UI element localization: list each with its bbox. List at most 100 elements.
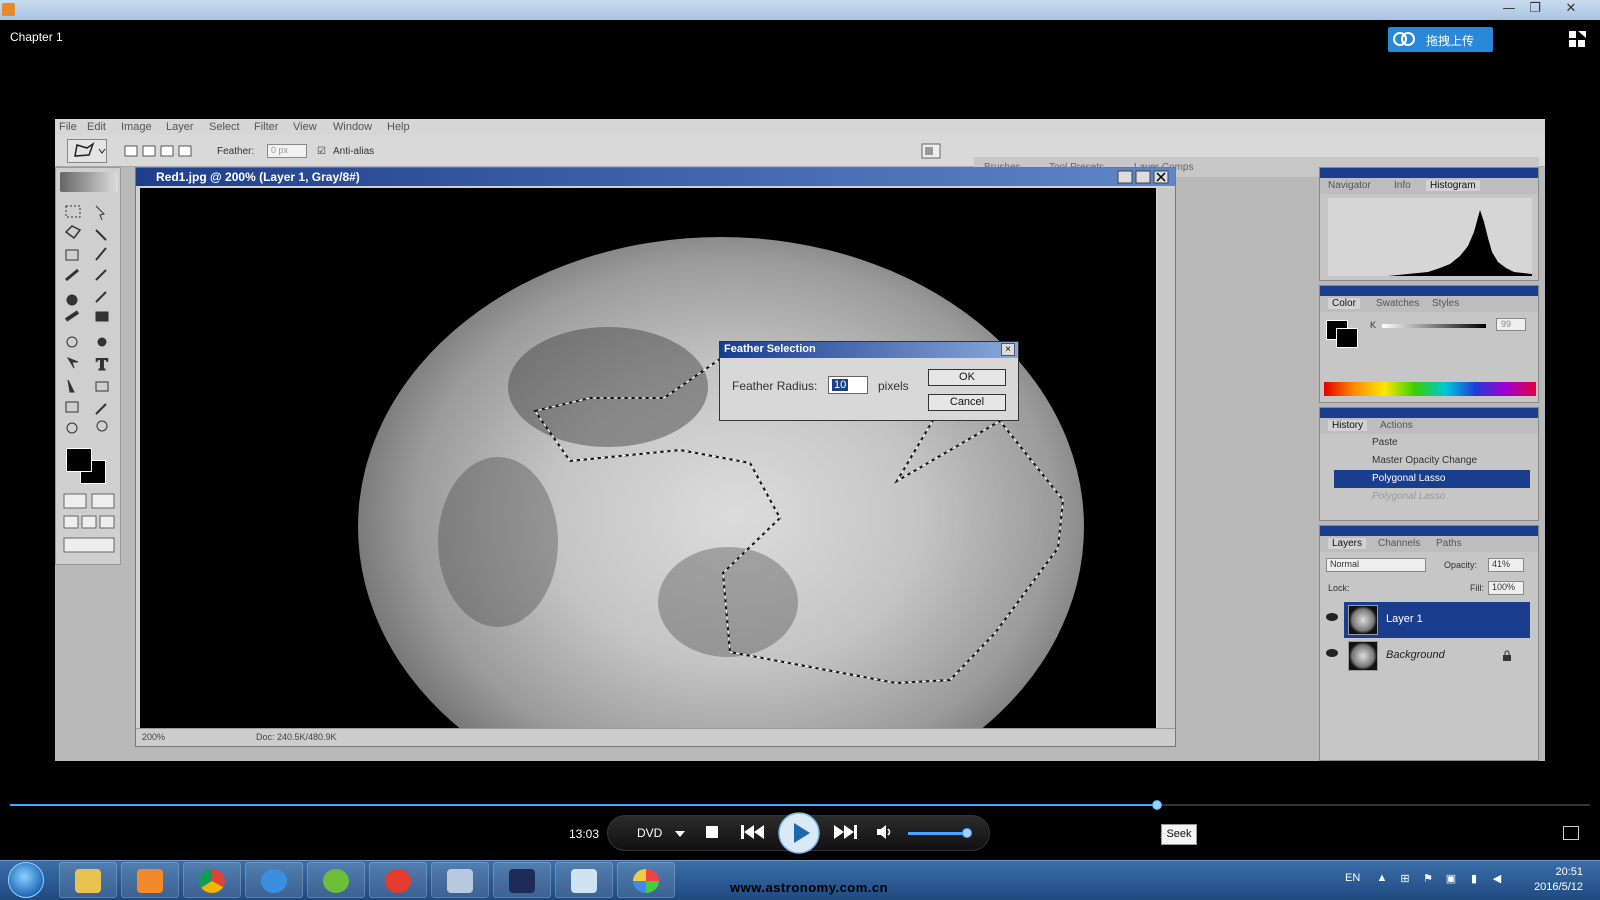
tab-actions: Actions <box>1380 420 1413 431</box>
history-item: Polygonal Lasso <box>1372 491 1446 502</box>
stop-button[interactable] <box>705 825 719 839</box>
action-center-icon[interactable]: ⚑ <box>1421 872 1435 886</box>
tab-layers: Layers <box>1328 538 1367 549</box>
doc-title: Red1.jpg @ 200% (Layer 1, Gray/8#) <box>156 170 360 184</box>
palette-toggle-icon <box>921 143 941 159</box>
volume-icon[interactable] <box>876 824 894 840</box>
taskbar-screenshot[interactable] <box>431 862 489 898</box>
close-button[interactable]: ✕ <box>1558 0 1584 18</box>
tab-swatches: Swatches <box>1376 298 1420 309</box>
taskbar-player[interactable] <box>121 862 179 898</box>
taskbar-paint[interactable] <box>617 862 675 898</box>
taskbar-chrome[interactable] <box>183 862 241 898</box>
chapter-title: Chapter 1 <box>10 30 63 44</box>
playlist-grid-icon[interactable] <box>1568 30 1588 48</box>
anti-alias-label: Anti-alias <box>333 146 375 157</box>
next-button[interactable] <box>832 824 858 840</box>
maximize-button[interactable]: ❐ <box>1522 0 1548 18</box>
elapsed-time: 13:03 <box>569 827 600 841</box>
history-item: Paste <box>1372 437 1398 448</box>
fill-input: 100% <box>1488 581 1524 595</box>
histogram-area <box>1328 198 1532 276</box>
taskbar-notes[interactable] <box>555 862 613 898</box>
screen-icon <box>447 869 473 893</box>
background-visibility-eye-icon <box>1326 649 1338 657</box>
taskbar-hand-app[interactable] <box>369 862 427 898</box>
seek-button[interactable]: Seek <box>1161 824 1197 845</box>
seek-handle[interactable] <box>1152 800 1163 810</box>
previous-button[interactable] <box>740 824 766 840</box>
color-panel-tabs: Color Swatches Styles <box>1320 296 1538 312</box>
upload-button[interactable]: 拖拽上传 <box>1388 27 1493 52</box>
ps-menu-file: File <box>59 121 77 133</box>
ps-menu-filter: Filter <box>254 121 279 133</box>
network-icon[interactable]: ▮ <box>1467 872 1481 886</box>
histogram-graph <box>1328 210 1532 276</box>
volume-slider[interactable] <box>908 832 970 835</box>
ps-menu-bar: File Edit Image Layer Select Filter View… <box>55 119 1545 135</box>
windows-flag-icon[interactable]: ⊞ <box>1398 872 1412 886</box>
chevron-down-icon[interactable] <box>675 831 685 837</box>
title-bar: — ❐ ✕ <box>0 0 1600 20</box>
layer-name: Layer 1 <box>1386 613 1423 625</box>
foreground-color-swatch <box>66 448 92 472</box>
app-icon <box>2 3 15 16</box>
ps-options-bar: Feather: 0 px ☑ Anti-alias Brushes Tool … <box>55 135 1545 177</box>
lock-icon <box>1503 650 1511 661</box>
layer-row-layer1: Layer 1 <box>1344 602 1530 638</box>
blend-mode-select: Normal <box>1326 558 1426 572</box>
tab-histogram: Histogram <box>1426 180 1480 191</box>
taskbar-utorrent[interactable] <box>307 862 365 898</box>
paint-icon <box>633 869 659 893</box>
feather-label: Feather: <box>217 146 255 157</box>
ps-document-window: Red1.jpg @ 200% (Layer 1, Gray/8#) 200% … <box>135 167 1176 747</box>
taskbar-explorer[interactable] <box>59 862 117 898</box>
layer-thumbnail <box>1348 605 1378 635</box>
layer1-visibility-eye-icon <box>1326 613 1338 621</box>
opacity-label: Opacity: <box>1444 560 1478 570</box>
feather-radius-value: 10 <box>832 379 849 391</box>
color-value: 99 <box>1496 318 1526 331</box>
layer-thumbnail <box>1348 641 1378 671</box>
tab-paths: Paths <box>1436 538 1462 549</box>
seek-progress <box>10 804 1158 806</box>
seek-bar[interactable] <box>10 804 1590 806</box>
tray-app-icon[interactable]: ▣ <box>1444 872 1458 886</box>
speaker-icon[interactable]: ◀ <box>1490 872 1504 886</box>
doc-size: Doc: 240.5K/480.9K <box>256 732 337 742</box>
layer-name: Background <box>1386 649 1445 661</box>
dialog-close-icon: × <box>1001 343 1015 356</box>
source-select[interactable]: DVD <box>637 826 662 840</box>
feather-radius-input: 10 <box>828 376 868 394</box>
ps-menu-window: Window <box>333 121 373 133</box>
feather-unit-label: pixels <box>878 379 909 393</box>
media-player-icon <box>137 869 163 893</box>
play-button[interactable] <box>778 812 820 854</box>
volume-handle[interactable] <box>961 828 972 838</box>
tray-expand-icon[interactable]: ▲ <box>1375 872 1389 886</box>
start-button[interactable] <box>8 862 44 898</box>
toolbox-tools-icon: T <box>64 205 109 434</box>
system-clock[interactable]: 20:51 2016/5/12 <box>1527 865 1583 895</box>
doc-canvas <box>140 188 1156 728</box>
color-slider <box>1382 324 1486 328</box>
tab-channels: Channels <box>1378 538 1421 549</box>
dialog-cancel-button: Cancel <box>928 394 1006 411</box>
notes-icon <box>571 869 597 893</box>
input-language[interactable]: EN <box>1345 872 1360 884</box>
fullscreen-icon[interactable] <box>1563 826 1579 840</box>
ps-toolbox: T <box>55 167 121 565</box>
ps-menu-select: Select <box>209 121 240 133</box>
doc-window-buttons-icon <box>1117 170 1169 184</box>
ps-menu-view: View <box>293 121 317 133</box>
minimize-button[interactable]: — <box>1496 0 1522 18</box>
video-watermark-url: www.astronomy.com.cn <box>730 880 889 895</box>
video-frame[interactable]: File Edit Image Layer Select Filter View… <box>55 119 1545 761</box>
taskbar-cloud[interactable] <box>245 862 303 898</box>
taskbar-as2[interactable] <box>493 862 551 898</box>
cloud-icon <box>261 869 287 893</box>
layers-panel: Layers Channels Paths Normal Opacity: 41… <box>1319 525 1539 761</box>
color-bg-swatch <box>1336 328 1358 348</box>
history-item-selected: Polygonal Lasso <box>1334 470 1530 488</box>
chrome-icon <box>199 869 225 893</box>
